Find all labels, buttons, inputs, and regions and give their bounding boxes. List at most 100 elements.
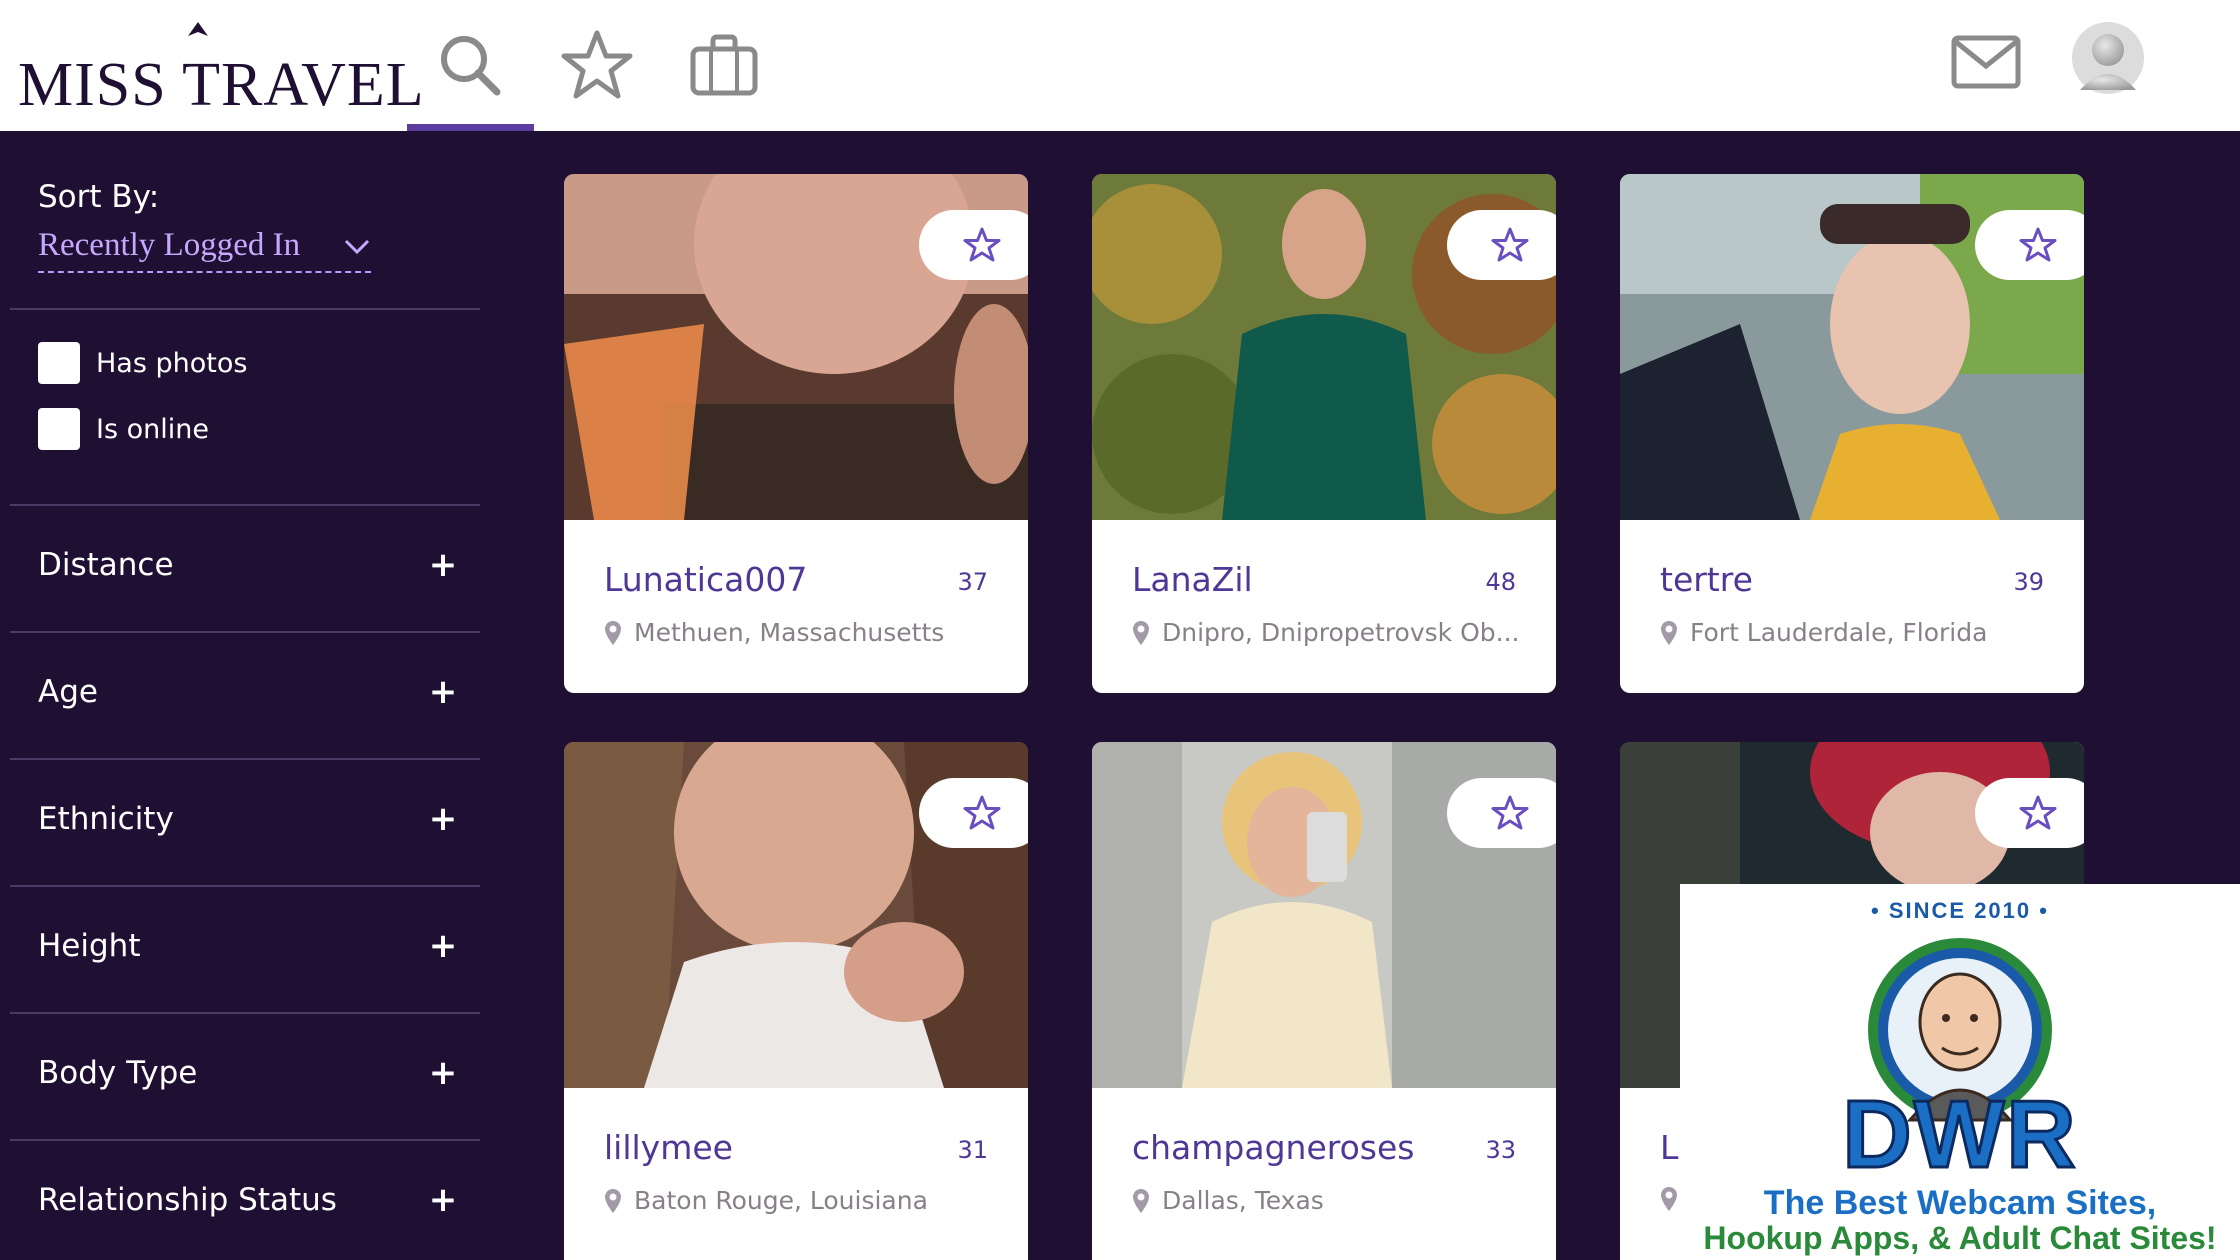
sort-by-select[interactable]: Recently Logged In [38, 227, 371, 273]
profile-location: Fort Lauderdale, Florida [1660, 618, 1987, 647]
favorite-button[interactable] [919, 210, 1028, 280]
star-icon [963, 795, 1001, 830]
divider [10, 1012, 480, 1014]
badge-brand-text: DWR [1841, 1080, 2078, 1190]
profile-location: Methuen, Massachusetts [604, 618, 944, 647]
favorite-button[interactable] [1975, 210, 2084, 280]
profile-menu-button[interactable] [2070, 20, 2146, 100]
logo-caret-icon [188, 22, 208, 36]
favorite-button[interactable] [1975, 778, 2084, 848]
filter-label: Distance [38, 547, 174, 583]
location-text: Dallas, Texas [1162, 1186, 1324, 1215]
checkbox-label: Has photos [96, 347, 248, 379]
filter-label: Ethnicity [38, 801, 174, 837]
profile-age: 31 [957, 1136, 988, 1164]
filter-relationship-status[interactable]: Relationship Status + [38, 1170, 458, 1230]
profile-name[interactable]: LanaZil [1132, 560, 1253, 599]
profile-name[interactable]: champagneroses [1132, 1128, 1414, 1167]
star-icon [1491, 227, 1529, 262]
badge-tagline-2: Hookup Apps, & Adult Chat Sites! [1703, 1220, 2217, 1256]
favorite-button[interactable] [1447, 778, 1556, 848]
plus-icon: + [428, 799, 458, 839]
sort-by-value: Recently Logged In [38, 227, 301, 263]
star-icon [1491, 795, 1529, 830]
has-photos-checkbox[interactable]: Has photos [38, 342, 247, 384]
profile-location: Dnipro, Dnipropetrovsk Ob... [1132, 618, 1519, 647]
avatar [2072, 22, 2144, 94]
location-text: Baton Rouge, Louisiana [634, 1186, 928, 1215]
profile-card[interactable]: champagneroses 33 Dallas, Texas [1092, 742, 1556, 1260]
profile-name[interactable]: L [1660, 1128, 1678, 1167]
profile-name[interactable]: tertre [1660, 560, 1753, 599]
star-icon [963, 227, 1001, 262]
filter-label: Age [38, 674, 98, 710]
profile-name[interactable]: lillymee [604, 1128, 733, 1167]
search-icon [441, 36, 501, 96]
location-pin-icon [605, 1188, 621, 1213]
checkbox-label: Is online [96, 413, 209, 445]
active-nav-indicator [407, 124, 534, 131]
profile-age: 48 [1485, 568, 1516, 596]
location-pin-icon [1661, 620, 1677, 645]
star-icon [561, 30, 633, 99]
location-pin-icon [1133, 1188, 1149, 1213]
plus-icon: + [428, 545, 458, 585]
location-text: Fort Lauderdale, Florida [1690, 618, 1988, 647]
filter-age[interactable]: Age + [38, 662, 458, 722]
profile-card[interactable]: lillymee 31 Baton Rouge, Louisiana [564, 742, 1028, 1260]
profile-card[interactable]: Lunatica007 37 Methuen, Massachusetts [564, 174, 1028, 693]
checkbox-box[interactable] [38, 408, 80, 450]
favorites-nav-button[interactable] [560, 28, 634, 102]
profile-location: Baton Rouge, Louisiana [604, 1186, 928, 1215]
chevron-down-icon [344, 239, 370, 255]
site-logo[interactable]: MISS TRAVEL [18, 20, 424, 120]
plus-icon: + [428, 926, 458, 966]
mail-icon [1951, 35, 2021, 89]
filter-ethnicity[interactable]: Ethnicity + [38, 789, 458, 849]
badge-since-text: • SINCE 2010 • [1871, 898, 2049, 923]
logo-text: MISS TRAVEL [18, 51, 425, 119]
checkbox-box[interactable] [38, 342, 80, 384]
profile-card[interactable]: tertre 39 Fort Lauderdale, Florida [1620, 174, 2084, 693]
profile-location: Dallas, Texas [1132, 1186, 1324, 1215]
top-header: MISS TRAVEL [0, 0, 2240, 131]
plus-icon: + [428, 1053, 458, 1093]
badge-tagline-1: The Best Webcam Sites, [1763, 1184, 2157, 1222]
trips-nav-button[interactable] [687, 28, 761, 102]
plus-icon: + [428, 672, 458, 712]
messages-button[interactable] [1950, 34, 2022, 94]
location-text: Methuen, Massachusetts [634, 618, 945, 647]
filter-distance[interactable]: Distance + [38, 535, 458, 595]
profile-name[interactable]: Lunatica007 [604, 560, 807, 599]
profile-age: 33 [1485, 1136, 1516, 1164]
star-icon [2019, 795, 2057, 830]
divider [10, 885, 480, 887]
location-pin-icon [1661, 1187, 1677, 1211]
profile-age: 39 [2013, 568, 2044, 596]
search-nav-button[interactable] [433, 28, 507, 102]
location-pin-icon [1133, 620, 1149, 645]
favorite-button[interactable] [1447, 210, 1556, 280]
location-pin-icon [605, 620, 621, 645]
divider [10, 758, 480, 760]
filter-label: Relationship Status [38, 1182, 337, 1218]
briefcase-icon [690, 34, 758, 96]
filter-height[interactable]: Height + [38, 916, 458, 976]
star-icon [2019, 227, 2057, 262]
sort-by-label: Sort By: [38, 179, 160, 215]
divider [10, 504, 480, 506]
is-online-checkbox[interactable]: Is online [38, 408, 209, 450]
filter-sidebar: Sort By: Recently Logged In Has photos I… [0, 131, 490, 1260]
plus-icon: + [428, 1180, 458, 1220]
location-text: Dnipro, Dnipropetrovsk Ob... [1162, 618, 1520, 647]
favorite-button[interactable] [919, 778, 1028, 848]
filter-label: Body Type [38, 1055, 198, 1091]
watermark-badge: • SINCE 2010 • DWR The Best Webcam Sites… [1680, 884, 2240, 1260]
filter-label: Height [38, 928, 141, 964]
divider [10, 308, 480, 310]
divider [10, 1139, 480, 1141]
profile-age: 37 [957, 568, 988, 596]
divider [10, 631, 480, 633]
profile-card[interactable]: LanaZil 48 Dnipro, Dnipropetrovsk Ob... [1092, 174, 1556, 693]
filter-body-type[interactable]: Body Type + [38, 1043, 458, 1103]
